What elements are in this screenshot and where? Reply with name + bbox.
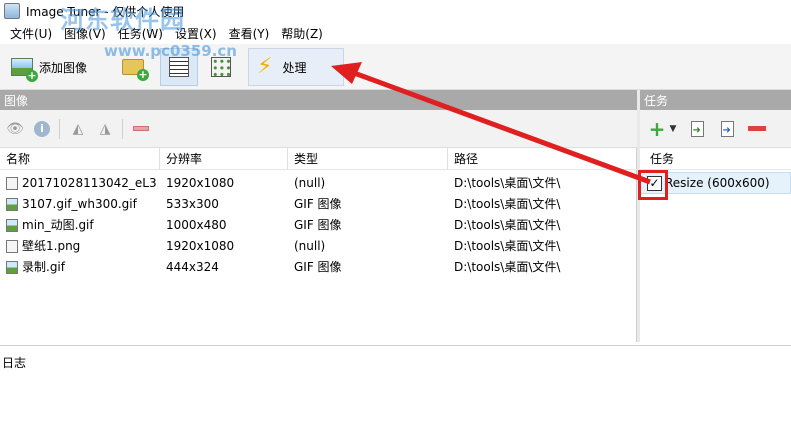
image-file-icon [6,198,18,211]
cell-type: (null) [294,176,326,190]
cell-type: GIF 图像 [294,260,342,274]
remove-icon[interactable] [132,120,150,138]
cell-name: 录制.gif [22,260,65,274]
list-view-icon [169,57,189,77]
flip-horizontal-icon[interactable]: ◭ [69,120,87,138]
add-image-icon [11,58,38,82]
table-row[interactable]: min_动图.gif 1000x480 GIF 图像 D:\tools\桌面\文… [0,215,637,236]
toolbar-separator [59,118,60,139]
menu-view[interactable]: 查看(Y) [223,25,276,42]
add-image-label: 添加图像 [39,60,88,75]
cell-resolution: 1000x480 [166,218,227,232]
add-folder-icon [122,59,149,81]
thumbnail-view-icon [211,57,231,77]
tasks-column-header: 任务 [640,148,791,170]
menu-settings[interactable]: 设置(X) [169,25,223,42]
menu-bar: 文件(U) 图像(V) 任务(W) 设置(X) 查看(Y) 帮助(Z) [0,22,791,44]
process-label: 处理 [282,60,307,75]
table-row[interactable]: 3107.gif_wh300.gif 533x300 GIF 图像 D:\too… [0,194,637,215]
log-label: 日志 [2,356,27,370]
cell-type: (null) [294,239,326,253]
cell-type: GIF 图像 [294,218,342,232]
image-file-icon [6,261,18,274]
preview-eye-icon[interactable]: 👁 [6,120,24,138]
images-panel-header: 图像 [0,90,637,110]
cell-path: D:\tools\桌面\文件\ [454,218,561,232]
cell-type: GIF 图像 [294,197,342,211]
cell-resolution: 444x324 [166,260,219,274]
annotation-highlight-box [638,170,668,200]
toolbar-separator [122,118,123,139]
dropdown-arrow-icon[interactable]: ▼ [668,120,678,138]
table-row[interactable]: 录制.gif 444x324 GIF 图像 D:\tools\桌面\文件\ [0,257,637,278]
cell-resolution: 1920x1080 [166,239,235,253]
tasks-panel-header: 任务 [640,90,791,110]
add-image-button[interactable]: 添加图像 [6,48,106,86]
list-view-button[interactable] [160,48,198,86]
image-file-icon [6,219,18,232]
table-row[interactable]: 壁纸1.png 1920x1080 (null) D:\tools\桌面\文件\ [0,236,637,257]
export-task-icon[interactable]: ➜ [718,120,736,138]
column-type[interactable]: 类型 [288,148,448,170]
file-icon [6,177,18,190]
import-task-icon[interactable]: ➜ [688,120,706,138]
main-toolbar: 添加图像 ⚡ 处理 [0,44,791,90]
add-folder-button[interactable] [116,48,152,86]
menu-help[interactable]: 帮助(Z) [275,25,329,42]
column-path[interactable]: 路径 [448,148,637,170]
process-button[interactable]: ⚡ 处理 [248,48,344,86]
column-resolution[interactable]: 分辨率 [160,148,288,170]
table-header: 名称 分辨率 类型 路径 [0,148,637,170]
window-title: Image Tuner - 仅供个人使用 [26,4,185,19]
cell-name: 3107.gif_wh300.gif [22,197,137,211]
app-icon [4,3,20,19]
add-task-icon[interactable]: + [648,117,666,141]
file-icon [6,240,18,253]
title-bar: Image Tuner - 仅供个人使用 [0,0,791,22]
menu-image[interactable]: 图像(V) [58,25,112,42]
log-panel: 日志 [0,345,791,438]
cell-resolution: 1920x1080 [166,176,235,190]
cell-path: D:\tools\桌面\文件\ [454,197,561,211]
images-subtoolbar: 👁 i ◭ ◮ [0,110,637,148]
menu-task[interactable]: 任务(W) [112,25,169,42]
flip-vertical-icon[interactable]: ◮ [96,120,114,138]
lightning-icon: ⚡ [257,54,273,79]
menu-file[interactable]: 文件(U) [4,25,58,42]
cell-path: D:\tools\桌面\文件\ [454,239,561,253]
cell-path: D:\tools\桌面\文件\ [454,176,561,190]
cell-path: D:\tools\桌面\文件\ [454,260,561,274]
remove-task-icon[interactable] [748,120,766,138]
info-icon[interactable]: i [33,120,51,138]
tasks-subtoolbar: + ▼ ➜ ➜ [640,110,791,148]
table-row[interactable]: 20171028113042_eL3... 1920x1080 (null) D… [0,173,637,194]
cell-name: 20171028113042_eL3... [22,176,158,190]
task-label: Resize (600x600) [665,176,770,190]
cell-resolution: 533x300 [166,197,219,211]
thumbnail-view-button[interactable] [202,48,240,86]
cell-name: 壁纸1.png [22,239,81,253]
cell-name: min_动图.gif [22,218,94,232]
column-name[interactable]: 名称 [0,148,160,170]
images-table: 名称 分辨率 类型 路径 20171028113042_eL3... 1920x… [0,148,637,342]
